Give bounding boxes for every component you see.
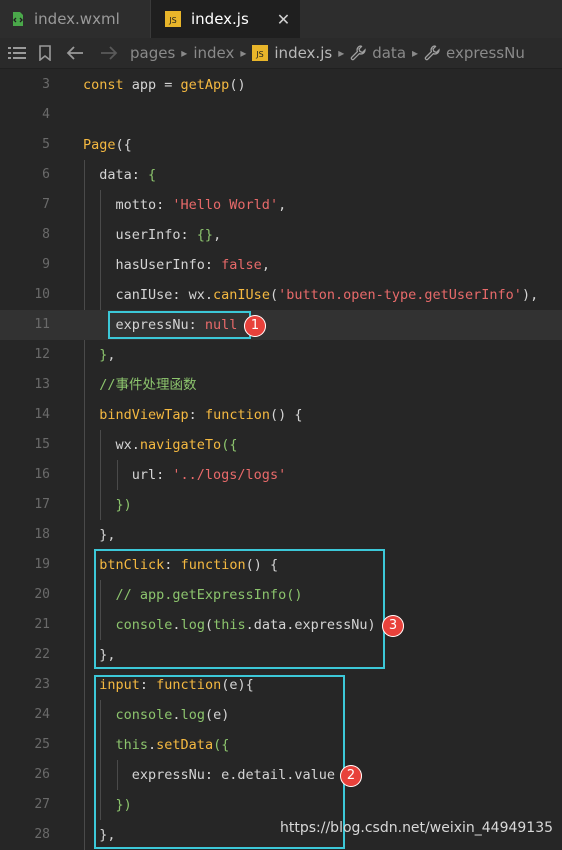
tab-bar: index.wxml JS index.js ✕ [0,0,562,38]
code-line: 9 hasUserInfo: false, [0,250,562,280]
line-number: 19 [34,557,50,572]
close-icon[interactable]: ✕ [277,10,290,29]
breadcrumb-data[interactable]: data [372,44,406,62]
code-line: 17 }) [0,490,562,520]
line-number: 9 [42,257,50,272]
js-file-icon: JS [252,38,269,68]
chevron-right-icon: ▸ [412,46,419,60]
line-number: 4 [42,107,50,122]
wxml-file-icon [12,11,24,27]
code-line: 10 canIUse: wx.canIUse('button.open-type… [0,280,562,310]
code-text: }, [99,347,116,363]
tab-index-js[interactable]: JS index.js ✕ [150,0,300,38]
bookmark-icon[interactable] [32,38,58,68]
code-line: 16 url: '../logs/logs' [0,460,562,490]
line-number: 15 [34,437,50,452]
code-editor[interactable]: 3 const app = getApp() 4 5 Page({ 6 data… [0,70,562,850]
line-number: 25 [34,737,50,752]
line-number: 8 [42,227,50,242]
code-text: hasUserInfo: false, [83,257,270,273]
code-line: 15 wx.navigateTo({ [0,430,562,460]
forward-arrow-icon[interactable] [92,38,126,68]
watermark-text: https://blog.csdn.net/weixin_44949135 [280,820,554,836]
code-line: 18 }, [0,520,562,550]
annotation-badge-1: 1 [244,315,266,337]
line-number: 10 [34,287,50,302]
breadcrumb-toolbar: pages ▸ index ▸ JS index.js ▸ data ▸ exp… [0,38,562,69]
line-number: 20 [34,587,50,602]
annotation-badge-3: 3 [382,615,404,637]
code-text: userInfo: {}, [83,227,222,243]
line-number: 5 [42,137,50,152]
line-number: 18 [34,527,50,542]
line-number: 12 [34,347,50,362]
code-text: const app = getApp() [83,77,246,93]
tab-label: index.js [191,10,249,28]
code-text: motto: 'Hello World', [83,197,287,213]
code-line: 5 Page({ [0,130,562,160]
line-number: 27 [34,797,50,812]
chevron-right-icon: ▸ [338,46,345,60]
list-icon[interactable] [2,38,32,68]
breadcrumb-index[interactable]: index [193,44,234,62]
code-text: }) [115,497,132,513]
code-comment: //事件处理函数 [83,377,197,393]
code-text: wx.navigateTo({ [83,437,238,453]
line-number: 22 [34,647,50,662]
code-line: 12 }, [0,340,562,370]
line-number: 28 [34,827,50,842]
breadcrumb-pages[interactable]: pages [130,44,175,62]
js-badge-text: JS [168,16,176,25]
code-line: 7 motto: 'Hello World', [0,190,562,220]
line-number: 26 [34,767,50,782]
tab-index-wxml[interactable]: index.wxml [0,0,150,38]
code-text: url: '../logs/logs' [83,467,287,483]
chevron-right-icon: ▸ [181,46,188,60]
chevron-right-icon: ▸ [240,46,247,60]
code-line: 3 const app = getApp() [0,70,562,100]
back-arrow-icon[interactable] [58,38,92,68]
code-line: 8 userInfo: {}, [0,220,562,250]
breadcrumb-expressnu[interactable]: expressNu [446,44,525,62]
code-text: bindViewTap: function() { [99,407,303,423]
line-number: 17 [34,497,50,512]
code-line: 4 [0,100,562,130]
tab-label: index.wxml [34,10,120,28]
line-number: 6 [42,167,50,182]
line-number: 21 [34,617,50,632]
wrench-icon [350,38,366,68]
annotation-box-expressnu [108,311,251,339]
line-number: 7 [42,197,50,212]
line-number: 16 [34,467,50,482]
line-number: 11 [34,317,50,332]
code-text: }, [83,527,116,543]
code-line: 13 //事件处理函数 [0,370,562,400]
js-badge-text: JS [256,50,264,59]
code-line: 14 bindViewTap: function() { [0,400,562,430]
line-number: 14 [34,407,50,422]
line-number: 24 [34,707,50,722]
code-text: canIUse: wx.canIUse('button.open-type.ge… [83,287,539,303]
line-number: 3 [42,77,50,92]
breadcrumb-file[interactable]: index.js [274,44,332,62]
line-number: 13 [34,377,50,392]
code-line-current: 11 expressNu: null [0,310,562,340]
code-line: 6 data: { [0,160,562,190]
line-number: 23 [34,677,50,692]
annotation-box-btnclick [94,549,385,669]
annotation-badge-2: 2 [340,765,362,787]
code-text: data: { [83,167,157,183]
wrench-icon [424,38,440,68]
code-text: Page({ [83,137,132,153]
js-file-icon: JS [165,11,181,27]
